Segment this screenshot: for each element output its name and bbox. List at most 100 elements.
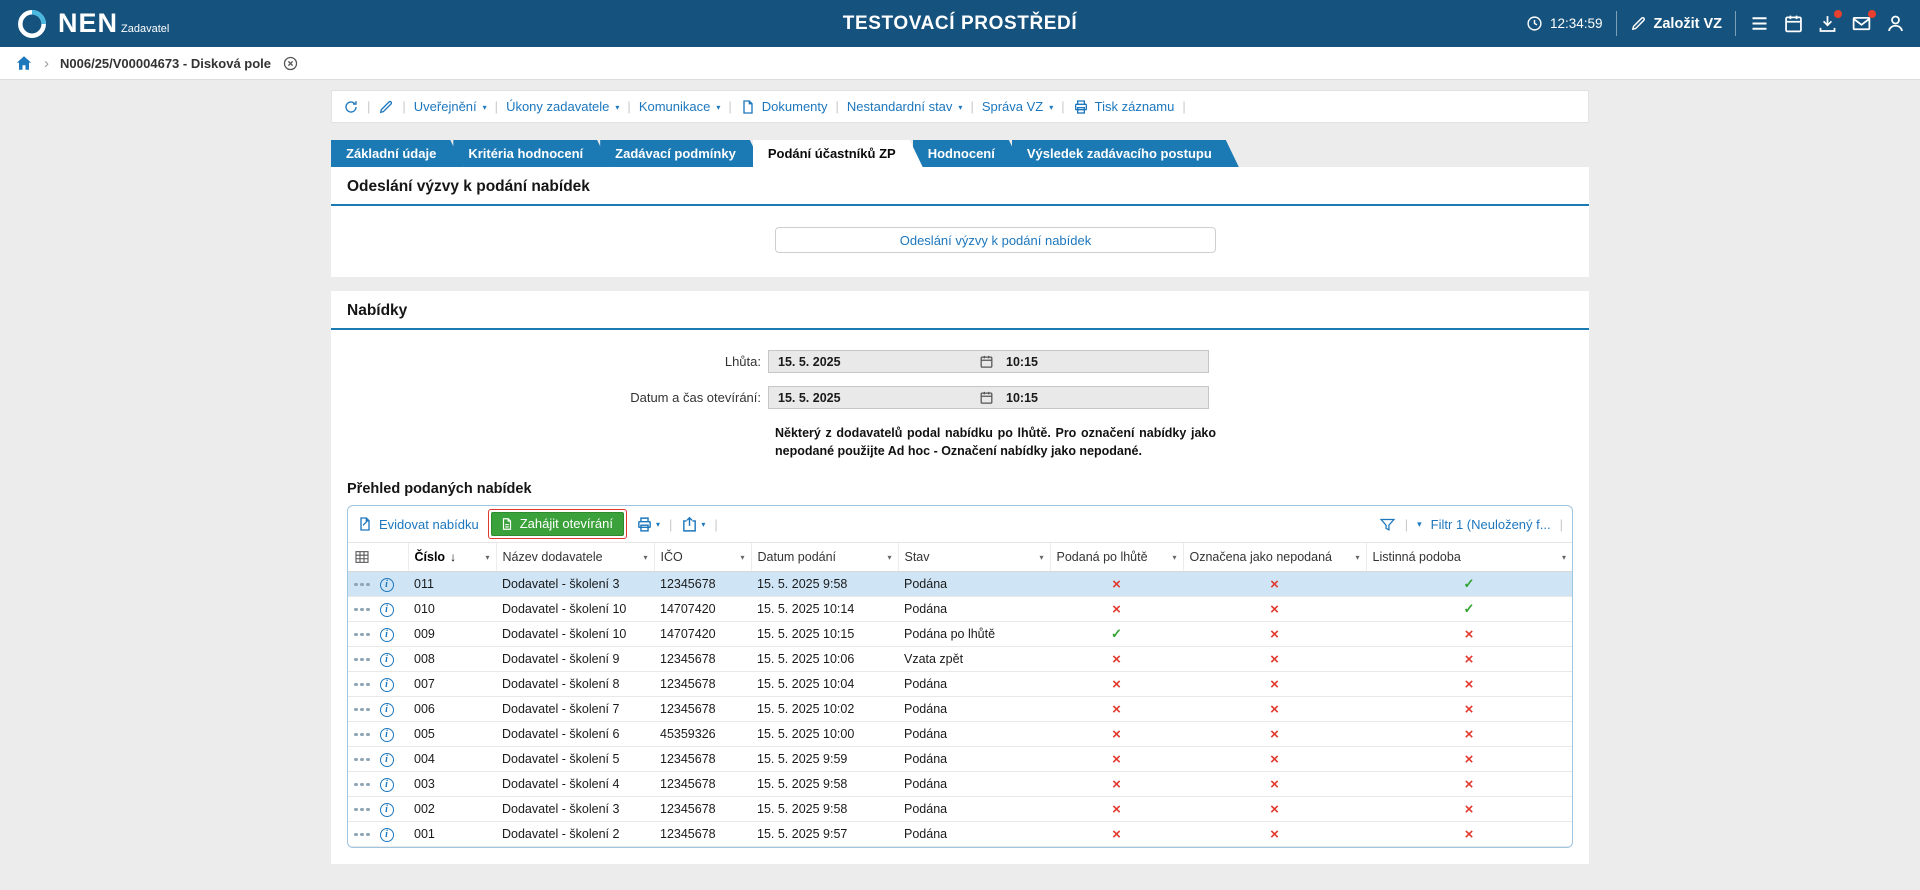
- row-actions-cell: i: [348, 672, 408, 697]
- table-row[interactable]: i008Dodavatel - školení 91234567815. 5. …: [348, 647, 1572, 672]
- cell-late: ×: [1050, 697, 1183, 722]
- info-icon[interactable]: i: [380, 778, 394, 792]
- chevron-down-icon[interactable]: ▾: [740, 553, 744, 562]
- info-icon[interactable]: i: [380, 603, 394, 617]
- column-header-5[interactable]: Stav▾: [898, 543, 1050, 572]
- info-icon[interactable]: i: [380, 578, 394, 592]
- row-menu-icon[interactable]: [354, 758, 370, 762]
- row-menu-icon[interactable]: [354, 833, 370, 837]
- toolbar-item-nestandardni-stav[interactable]: Nestandardní stav▾: [844, 99, 966, 114]
- cross-icon: ×: [1465, 676, 1474, 693]
- toolbar-item-refresh[interactable]: [340, 99, 362, 115]
- column-header-1[interactable]: Číslo↓▾: [408, 543, 496, 572]
- late-offer-note: Některý z dodavatelů podal nabídku po lh…: [775, 424, 1216, 460]
- calendar-icon[interactable]: [1783, 13, 1804, 34]
- chevron-down-icon[interactable]: ▾: [1562, 553, 1566, 562]
- toolbar-item-dokumenty[interactable]: Dokumenty: [737, 99, 831, 115]
- column-header-3[interactable]: IČO▾: [654, 543, 751, 572]
- column-header-7[interactable]: Označena jako nepodaná▾: [1183, 543, 1366, 572]
- row-menu-icon[interactable]: [354, 783, 370, 787]
- column-header-8[interactable]: Listinná podoba▾: [1366, 543, 1572, 572]
- cell-ico: 14707420: [654, 622, 751, 647]
- chevron-down-icon[interactable]: ▾: [1172, 553, 1176, 562]
- toolbar-item-edit[interactable]: [375, 99, 397, 115]
- column-header-6[interactable]: Podaná po lhůtě▾: [1050, 543, 1183, 572]
- column-header-4[interactable]: Datum podání▾: [751, 543, 898, 572]
- print-button[interactable]: ▾: [636, 516, 660, 533]
- row-menu-icon[interactable]: [354, 608, 370, 612]
- calendar-icon[interactable]: [979, 390, 994, 405]
- table-row[interactable]: i011Dodavatel - školení 31234567815. 5. …: [348, 572, 1572, 597]
- row-menu-icon[interactable]: [354, 633, 370, 637]
- start-opening-button[interactable]: Zahájit otevírání: [491, 512, 624, 536]
- start-opening-label: Zahájit otevírání: [520, 516, 613, 531]
- row-menu-icon[interactable]: [354, 583, 370, 587]
- menu-icon[interactable]: [1749, 13, 1770, 34]
- close-icon[interactable]: [282, 55, 299, 72]
- info-icon[interactable]: i: [380, 628, 394, 642]
- calendar-icon[interactable]: [979, 354, 994, 369]
- user-icon[interactable]: [1885, 13, 1906, 34]
- info-icon[interactable]: i: [380, 703, 394, 717]
- info-icon[interactable]: i: [380, 828, 394, 842]
- cell-paper-form: ×: [1366, 797, 1572, 822]
- row-menu-icon[interactable]: [354, 733, 370, 737]
- toolbar-item-komunikace[interactable]: Komunikace▾: [636, 99, 724, 114]
- table-row[interactable]: i010Dodavatel - školení 101470742015. 5.…: [348, 597, 1572, 622]
- tab-zakladni-udaje[interactable]: Základní údaje: [331, 140, 463, 167]
- refresh-icon: [343, 99, 359, 115]
- info-icon[interactable]: i: [380, 653, 394, 667]
- offers-section: Nabídky Lhůta: 15. 5. 2025 10:15 Datum a…: [331, 291, 1589, 864]
- row-menu-icon[interactable]: [354, 658, 370, 662]
- row-actions-cell: i: [348, 622, 408, 647]
- column-header-2[interactable]: Název dodavatele▾: [496, 543, 654, 572]
- row-menu-icon[interactable]: [354, 808, 370, 812]
- info-icon[interactable]: i: [380, 753, 394, 767]
- tab-zadavaci-podminky[interactable]: Zadávací podmínky: [600, 140, 763, 167]
- tab-hodnoceni[interactable]: Hodnocení: [913, 140, 1022, 167]
- toolbar-item-sprava-vz[interactable]: Správa VZ▾: [979, 99, 1056, 114]
- info-icon[interactable]: i: [380, 803, 394, 817]
- download-icon[interactable]: [1817, 13, 1838, 34]
- column-header-select[interactable]: [348, 543, 408, 572]
- table-row[interactable]: i004Dodavatel - školení 51234567815. 5. …: [348, 747, 1572, 772]
- export-button[interactable]: ▾: [681, 516, 705, 533]
- info-icon[interactable]: i: [380, 728, 394, 742]
- chevron-down-icon[interactable]: ▾: [1039, 553, 1043, 562]
- create-vz-button[interactable]: Založit VZ: [1630, 15, 1722, 32]
- row-menu-icon[interactable]: [354, 683, 370, 687]
- chevron-down-icon[interactable]: ▾: [1355, 553, 1359, 562]
- table-row[interactable]: i006Dodavatel - školení 71234567815. 5. …: [348, 697, 1572, 722]
- active-filter-label[interactable]: Filtr 1 (Neuložený f...: [1431, 517, 1551, 532]
- table-row[interactable]: i003Dodavatel - školení 41234567815. 5. …: [348, 772, 1572, 797]
- chevron-down-icon[interactable]: ▾: [643, 553, 647, 562]
- send-invitation-button[interactable]: Odeslání výzvy k podání nabídek: [775, 227, 1216, 253]
- mail-icon[interactable]: [1851, 13, 1872, 34]
- table-row[interactable]: i009Dodavatel - školení 101470742015. 5.…: [348, 622, 1572, 647]
- breadcrumb-item[interactable]: N006/25/V00004673 - Disková pole: [60, 56, 271, 71]
- home-icon[interactable]: [15, 54, 33, 72]
- chevron-down-icon[interactable]: ▾: [1417, 519, 1422, 530]
- tab-vysledek-zadavaciho-postupu[interactable]: Výsledek zadávacího postupu: [1012, 140, 1239, 167]
- table-row[interactable]: i007Dodavatel - školení 81234567815. 5. …: [348, 672, 1572, 697]
- toolbar-item-tisk-zaznamu[interactable]: Tisk záznamu: [1070, 99, 1178, 115]
- tab-podani-ucastniku-zp[interactable]: Podání účastníků ZP: [753, 140, 923, 167]
- toolbar-item-ukony-zadavatele[interactable]: Úkony zadavatele▾: [503, 99, 622, 114]
- info-icon[interactable]: i: [380, 678, 394, 692]
- chevron-down-icon[interactable]: ▾: [485, 553, 489, 562]
- opening-field: 15. 5. 2025 10:15: [768, 386, 1209, 409]
- tab-kriteria-hodnoceni[interactable]: Kritéria hodnocení: [453, 140, 610, 167]
- row-menu-icon[interactable]: [354, 708, 370, 712]
- toolbar-item-uverejneni[interactable]: Uveřejnění▾: [411, 99, 490, 114]
- filter-funnel-icon[interactable]: [1379, 516, 1396, 533]
- nen-logo[interactable]: NEN Zadavatel: [14, 6, 169, 42]
- cell-number: 003: [408, 772, 496, 797]
- cross-icon: ×: [1270, 801, 1279, 818]
- register-offer-button[interactable]: Evidovat nabídku: [357, 516, 479, 532]
- cell-marked-not-submitted: ×: [1183, 672, 1366, 697]
- table-row[interactable]: i002Dodavatel - školení 31234567815. 5. …: [348, 797, 1572, 822]
- chevron-down-icon[interactable]: ▾: [887, 553, 891, 562]
- table-row[interactable]: i001Dodavatel - školení 21234567815. 5. …: [348, 822, 1572, 847]
- invitation-section: Odeslání výzvy k podání nabídek Odeslání…: [331, 167, 1589, 277]
- table-row[interactable]: i005Dodavatel - školení 64535932615. 5. …: [348, 722, 1572, 747]
